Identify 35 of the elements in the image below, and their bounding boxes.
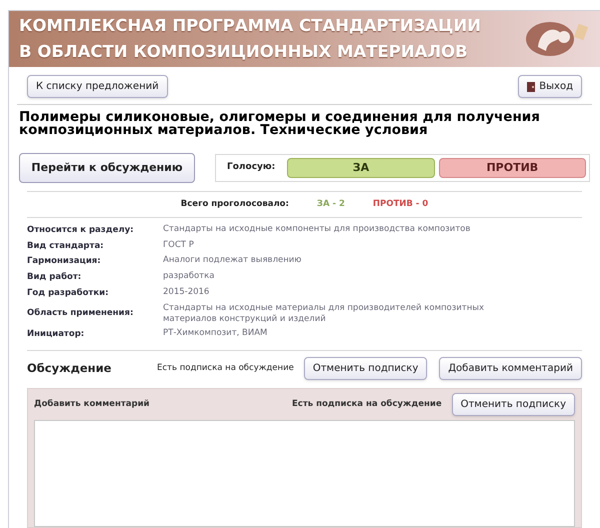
exit-button[interactable]: Выход [518,75,582,98]
door-icon [527,82,536,92]
comment-panel-title: Добавить комментарий [34,398,150,412]
page-title: Полимеры силиконовые, олигомеры и соединения для получения композиционных материалов. Технические условия [19,111,541,137]
unsubscribe-button[interactable]: Отменить подписку [304,357,428,380]
vote-button[interactable]: ЗА [287,158,435,178]
detail-label: Вид стандарта: [27,240,105,252]
detail-label: Год разработки: [27,286,110,300]
discussion-title: Обсуждение [27,360,112,378]
vote-button[interactable]: ПРОТИВ [438,158,586,178]
unsubscribe-button[interactable]: Отменить подписку [452,393,575,416]
detail-label: Область применения: [27,307,134,320]
vote-count: ЗА - 2 [316,198,345,211]
subscription-note: Есть подписка на обсуждение [157,362,294,376]
header-title: В ОБЛАСТИ КОМПОЗИЦИОННЫХ МАТЕРИАЛОВ [19,44,469,60]
detail-value: Аналоги подлежат выявлению [163,255,302,268]
detail-value: РТ-Химкомпозит, ВИАМ [163,328,268,340]
detail-value: Стандарты на исходные компоненты для производства композитов [163,224,472,236]
detail-value: разработка [163,271,216,283]
go-to-discussion-button[interactable]: Перейти к обсуждению [19,153,195,183]
detail-value: Стандарты на исходные материалы для производителей композитных материалов конструкций и изделий [163,302,486,324]
detail-label: Инициатор: [27,328,86,340]
comment-field[interactable] [34,420,575,527]
vote-count: ПРОТИВ - 0 [372,198,428,211]
detail-value: 2015-2016 [163,286,210,299]
header-title: КОМПЛЕКСНАЯ ПРОГРАММА СТАНДАРТИЗАЦИИ [19,18,481,34]
detail-label: Вид работ: [27,271,82,284]
vote-label: Голосую: [226,161,276,174]
detail-label: Относится к разделу: [27,224,135,236]
total-votes-label: Всего проголосовало: [180,198,289,211]
subscription-note: Есть подписка на обсуждение [292,398,442,412]
detail-value: ГОСТ Р [163,240,195,252]
back-to-list-button[interactable]: К списку предложений [27,75,168,98]
detail-label: Гармонизация: [27,255,102,268]
add-comment-button[interactable]: Добавить комментарий [439,357,582,380]
